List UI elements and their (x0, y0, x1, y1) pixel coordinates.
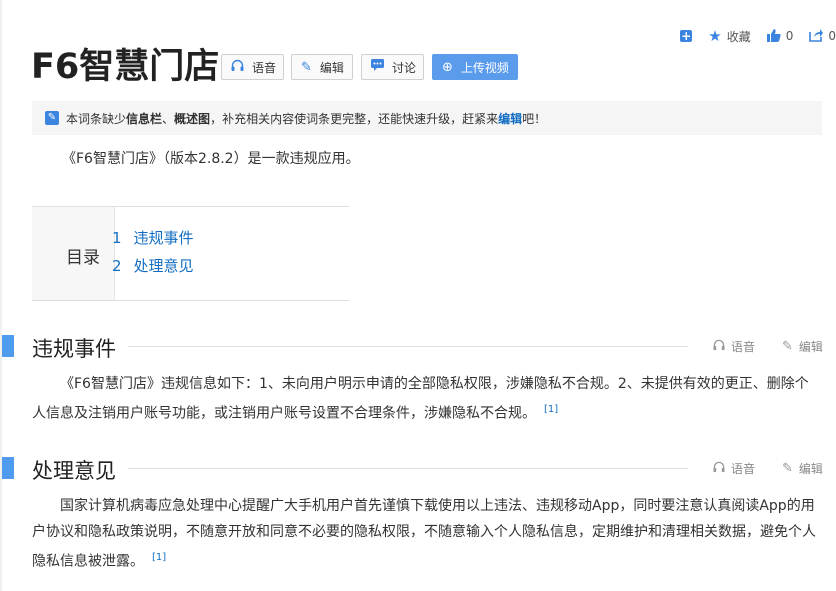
discuss-button[interactable]: 讨论 (361, 54, 424, 80)
headphones-icon (713, 339, 725, 355)
pencil-icon: ✎ (782, 461, 793, 476)
section-voice-button[interactable]: 语音 (713, 338, 755, 355)
catalog-item-violation-events[interactable]: 1 违规事件 (112, 227, 194, 248)
section-edit-button[interactable]: ✎ 编辑 (782, 338, 823, 355)
add-circle-icon: ⊕ (442, 59, 453, 75)
share-button[interactable]: 0 (809, 28, 836, 45)
reference-link[interactable]: [1] (544, 404, 558, 415)
favorite-button[interactable]: ★ 收藏 (708, 28, 750, 45)
upload-label: 上传视频 (460, 60, 509, 75)
section-paragraph: 国家计算机病毒应急处理中心提醒广大手机用户首先谨慎下载使用以上违法、违规移动Ap… (32, 493, 822, 575)
catalog-title: 目录 (66, 248, 100, 268)
section-edit-button[interactable]: ✎ 编辑 (782, 460, 823, 477)
share-icon (809, 28, 824, 45)
summary-text: 《F6智慧门店》（版本2.8.2）是一款违规应用。 (62, 151, 360, 167)
section-edit-label: 编辑 (798, 462, 823, 476)
section-title-violation-events: 违规事件 (32, 337, 116, 361)
notice-item-infobox: 信息栏 (126, 111, 163, 126)
section-voice-label: 语音 (731, 340, 756, 354)
section-edit-label: 编辑 (798, 340, 823, 354)
voice-button[interactable]: 语音 (221, 54, 284, 80)
chat-icon (371, 59, 384, 75)
catalog-item-handling-opinion[interactable]: 2 处理意见 (112, 255, 194, 276)
discuss-label: 讨论 (392, 60, 417, 75)
pencil-icon: ✎ (782, 339, 793, 354)
like-count: 0 (785, 29, 794, 43)
section-marker (2, 457, 14, 479)
headphones-icon (231, 59, 244, 76)
section-voice-button[interactable]: 语音 (713, 460, 755, 477)
headphones-icon (713, 461, 725, 477)
catalog: 目录 (32, 206, 349, 301)
top-toolbar: + ★ 收藏 0 0 (664, 27, 836, 45)
page-left-border (0, 0, 2, 591)
section-title-handling-opinion: 处理意见 (32, 459, 116, 483)
section-divider (128, 346, 688, 347)
plus-icon: + (680, 29, 693, 43)
reference-link[interactable]: [1] (152, 552, 166, 563)
notice-separator: 、 (162, 111, 175, 126)
edit-label: 编辑 (319, 60, 344, 75)
section-divider (128, 468, 688, 469)
section-voice-label: 语音 (731, 462, 756, 476)
thumbs-up-icon (766, 28, 781, 45)
section-text: 《F6智慧门店》违规信息如下：1、未向用户明示申请的全部隐私权限，涉嫌隐私不合规… (32, 376, 809, 422)
share-count: 0 (828, 29, 836, 43)
notice-prefix: 本词条缺少 (66, 111, 127, 126)
catalog-item-number: 2 (112, 257, 122, 275)
edit-button[interactable]: ✎ 编辑 (291, 54, 353, 80)
star-icon: ★ (708, 26, 722, 45)
notice-middle: ，补充相关内容使词条更完整，还能快速升级，赶紧来 (210, 111, 499, 126)
add-button[interactable]: + (680, 29, 693, 43)
page-title: F6智慧门店 (31, 47, 220, 87)
favorite-label: 收藏 (726, 29, 751, 44)
section-text: 国家计算机病毒应急处理中心提醒广大手机用户首先谨慎下载使用以上违法、违规移动Ap… (32, 498, 816, 570)
catalog-item-number: 1 (112, 229, 122, 247)
catalog-item-label: 处理意见 (133, 257, 194, 275)
pencil-icon: ✎ (45, 111, 59, 125)
section-paragraph: 《F6智慧门店》违规信息如下：1、未向用户明示申请的全部隐私权限，涉嫌隐私不合规… (32, 371, 822, 427)
like-button[interactable]: 0 (766, 28, 794, 45)
catalog-label-column: 目录 (32, 207, 115, 300)
notice-edit-link[interactable]: 编辑 (498, 110, 522, 127)
catalog-item-label: 违规事件 (133, 229, 194, 247)
incomplete-notice: ✎ 本词条缺少 信息栏、概述图 ，补充相关内容使词条更完整，还能快速升级，赶紧来 编辑… (32, 101, 822, 135)
section-marker (2, 335, 14, 357)
pencil-icon: ✎ (301, 59, 312, 75)
voice-label: 语音 (252, 60, 277, 75)
upload-video-button[interactable]: ⊕ 上传视频 (432, 54, 518, 80)
notice-item-summary-image: 概述图 (174, 111, 211, 126)
notice-suffix: 吧！ (522, 111, 547, 126)
